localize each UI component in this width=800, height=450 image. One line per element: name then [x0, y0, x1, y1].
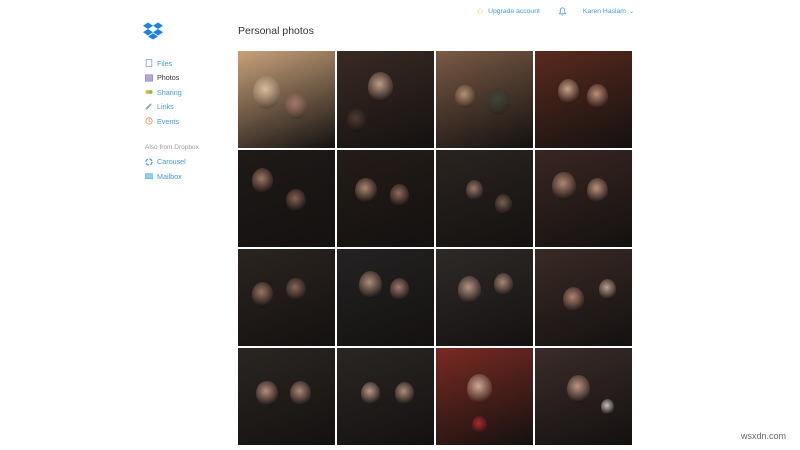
dropbox-logo-icon[interactable]	[143, 22, 163, 40]
photo-thumbnail[interactable]	[535, 51, 632, 148]
chevron-down-icon: ⌄	[628, 8, 634, 15]
star-icon: ☆	[476, 5, 485, 16]
upgrade-account-link[interactable]: ☆ Upgrade account	[476, 6, 540, 17]
photo-thumbnail[interactable]	[337, 51, 434, 148]
photo-thumbnail[interactable]	[436, 51, 533, 148]
photo-subject	[465, 179, 484, 201]
sidebar-item-label: Mailbox	[157, 171, 182, 181]
sidebar-item-label: Files	[157, 58, 173, 68]
photo-grid	[238, 51, 632, 445]
sidebar: Files Photos Sharing Links Events Also f…	[145, 56, 245, 184]
photo-subject	[251, 168, 273, 194]
photo-thumbnail[interactable]	[238, 249, 335, 346]
sidebar-item-links[interactable]: Links	[145, 100, 245, 115]
photo-subject	[390, 277, 410, 302]
photo-subject	[359, 271, 383, 299]
photo-thumbnail[interactable]	[535, 249, 632, 346]
also-from-dropbox-heading: Also from Dropbox	[145, 143, 199, 151]
photo-subject	[587, 177, 609, 204]
photo-thumbnail[interactable]	[238, 51, 335, 148]
photo-subject	[587, 83, 609, 110]
photo-subject	[600, 399, 615, 416]
sidebar-item-mailbox[interactable]: Mailbox	[145, 169, 245, 184]
sidebar-item-label: Events	[157, 116, 179, 126]
sidebar-item-photos[interactable]: Photos	[145, 71, 245, 86]
file-icon	[145, 59, 153, 68]
photo-subject	[286, 188, 306, 212]
photo-subject	[552, 172, 576, 200]
photo-subject	[466, 374, 492, 405]
photo-subject	[458, 276, 482, 304]
photo-subject	[346, 108, 366, 133]
user-menu[interactable]: Karen Haslam ⌄	[583, 8, 634, 15]
photo-subject	[361, 381, 381, 405]
photo-subject	[562, 286, 585, 313]
photo-thumbnail[interactable]	[337, 150, 434, 247]
photo-subject	[285, 93, 307, 119]
photo-thumbnail[interactable]	[238, 150, 335, 247]
photo-subject	[471, 415, 488, 435]
photo-thumbnail[interactable]	[535, 150, 632, 247]
photo-subject	[390, 183, 410, 207]
photo-thumbnail[interactable]	[238, 348, 335, 445]
sidebar-item-label: Links	[157, 102, 174, 112]
photo-subject	[251, 281, 273, 308]
photo-subject	[455, 84, 475, 108]
photo-subject	[487, 87, 511, 116]
events-icon	[145, 117, 153, 125]
photo-subject	[494, 194, 513, 216]
photo-subject	[253, 76, 281, 109]
link-icon	[145, 103, 152, 110]
top-bar: ☆ Upgrade account Karen Haslam ⌄	[476, 6, 634, 16]
watermark: wsxdn.com	[740, 431, 786, 441]
user-name: Karen Haslam	[582, 7, 626, 15]
mailbox-icon	[145, 173, 153, 180]
photo-subject	[598, 278, 617, 300]
sidebar-item-events[interactable]: Events	[145, 114, 245, 129]
photo-subject	[493, 273, 514, 297]
photo-thumbnail[interactable]	[535, 348, 632, 445]
photo-subject	[558, 78, 580, 105]
sharing-icon	[145, 90, 153, 95]
photo-thumbnail[interactable]	[436, 249, 533, 346]
photo-thumbnail[interactable]	[337, 249, 434, 346]
photo-subject	[355, 177, 377, 204]
sidebar-item-label: Sharing	[157, 87, 182, 97]
photo-thumbnail[interactable]	[436, 348, 533, 445]
photo-subject	[566, 375, 590, 403]
photo-thumbnail[interactable]	[337, 348, 434, 445]
photo-subject	[286, 277, 306, 302]
sidebar-item-sharing[interactable]: Sharing	[145, 85, 245, 100]
page-title: Personal photos	[238, 25, 314, 37]
photo-icon	[145, 74, 153, 82]
sidebar-item-label: Photos	[157, 73, 180, 83]
sidebar-item-files[interactable]: Files	[145, 56, 245, 71]
photo-subject	[256, 380, 278, 407]
photo-subject	[367, 72, 393, 103]
bell-icon[interactable]	[558, 7, 567, 16]
carousel-icon	[145, 158, 153, 166]
sidebar-item-carousel[interactable]: Carousel	[145, 155, 245, 170]
photo-thumbnail[interactable]	[436, 150, 533, 247]
photo-subject	[394, 381, 415, 405]
photo-subject	[290, 380, 312, 407]
upgrade-label: Upgrade account	[488, 7, 540, 15]
sidebar-item-label: Carousel	[157, 157, 186, 167]
